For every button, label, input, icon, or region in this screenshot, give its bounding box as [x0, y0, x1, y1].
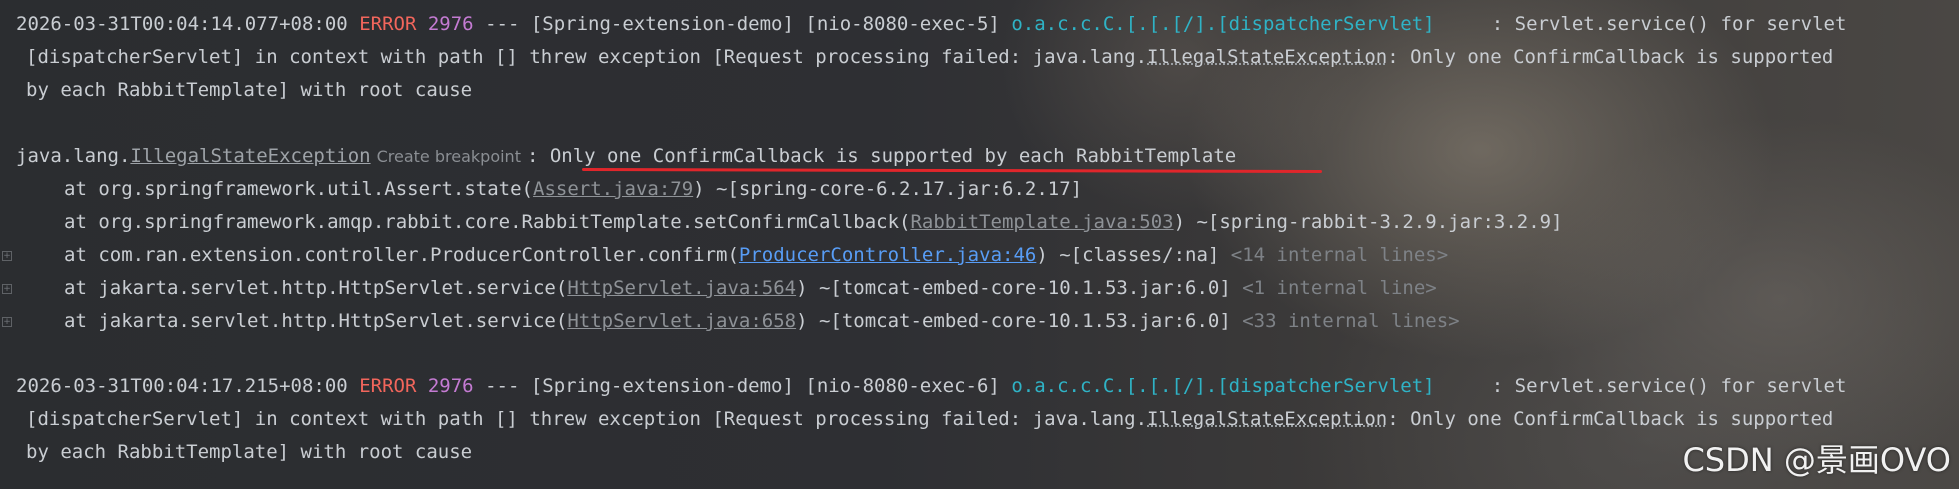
stack-frame: at jakarta.servlet.http.HttpServlet.serv… — [64, 272, 1437, 305]
internal-lines-fold[interactable]: <14 internal lines> — [1231, 244, 1448, 266]
stack-frame: at com.ran.extension.controller.Producer… — [64, 239, 1448, 272]
frame-source-link[interactable]: ProducerController.java:46 — [739, 244, 1036, 266]
log-message: : Servlet.service() for servlet — [1491, 375, 1847, 397]
log-pid: 2976 — [427, 13, 474, 35]
frame-method: at jakarta.servlet.http.HttpServlet.serv… — [64, 277, 568, 299]
frame-jar: ) ~[spring-rabbit-3.2.9.jar:3.2.9] — [1173, 211, 1563, 233]
log-app: [Spring-extension-demo] — [530, 13, 794, 35]
exception-package: java.lang. — [16, 145, 131, 167]
log-entry-2-line2: [dispatcherServlet] in context with path… — [26, 403, 1833, 436]
csdn-watermark: CSDN @景画OVO — [1682, 441, 1951, 479]
log-text: : Only one ConfirmCallback is supported — [1387, 408, 1834, 430]
stack-frame: at org.springframework.amqp.rabbit.core.… — [64, 206, 1563, 239]
frame-jar: ) ~[tomcat-embed-core-10.1.53.jar:6.0] — [796, 310, 1243, 332]
log-logger[interactable]: o.a.c.c.C.[.[.[/].[dispatcherServlet] — [1011, 13, 1434, 35]
exception-class-link[interactable]: IllegalStateException — [1147, 408, 1387, 430]
log-entry-2-line3: by each RabbitTemplate] with root cause — [26, 441, 473, 463]
log-message: : Servlet.service() for servlet — [1491, 13, 1847, 35]
exception-colon: : — [526, 145, 550, 167]
exception-class-link[interactable]: IllegalStateException — [1147, 46, 1387, 68]
log-entry-1-line2: [dispatcherServlet] in context with path… — [26, 41, 1833, 74]
log-timestamp: 2026-03-31T00:04:14.077+08:00 — [16, 13, 348, 35]
frame-jar: ) ~[spring-core-6.2.17.jar:6.2.17] — [693, 178, 1083, 200]
stack-frame: at org.springframework.util.Assert.state… — [64, 173, 1082, 206]
frame-source-link[interactable]: Assert.java:79 — [533, 178, 693, 200]
create-breakpoint-hint[interactable]: Create breakpoint — [371, 147, 527, 166]
log-text: [dispatcherServlet] in context with path… — [26, 408, 1148, 430]
log-logger[interactable]: o.a.c.c.C.[.[.[/].[dispatcherServlet] — [1011, 375, 1434, 397]
frame-method: at com.ran.extension.controller.Producer… — [64, 244, 739, 266]
frame-source-link[interactable]: RabbitTemplate.java:503 — [910, 211, 1173, 233]
log-separator: --- — [485, 375, 520, 397]
log-timestamp: 2026-03-31T00:04:17.215+08:00 — [16, 375, 348, 397]
expand-icon[interactable]: + — [2, 251, 12, 261]
log-entry-1-header: 2026-03-31T00:04:14.077+08:00 ERROR 2976… — [16, 8, 1846, 41]
expand-icon[interactable]: + — [2, 284, 12, 294]
log-entry-1-line3: by each RabbitTemplate] with root cause — [26, 79, 473, 101]
frame-jar: ) ~[classes/:na] — [1036, 244, 1231, 266]
log-thread: [nio-8080-exec-5] — [805, 13, 1000, 35]
frame-method: at jakarta.servlet.http.HttpServlet.serv… — [64, 310, 568, 332]
log-text: : Only one ConfirmCallback is supported — [1387, 46, 1834, 68]
frame-jar: ) ~[tomcat-embed-core-10.1.53.jar:6.0] — [796, 277, 1243, 299]
internal-lines-fold[interactable]: <1 internal line> — [1242, 277, 1436, 299]
exception-class-link[interactable]: IllegalStateException — [130, 145, 370, 167]
internal-lines-fold[interactable]: <33 internal lines> — [1242, 310, 1459, 332]
frame-source-link[interactable]: HttpServlet.java:658 — [567, 310, 796, 332]
log-pid: 2976 — [427, 375, 474, 397]
log-app: [Spring-extension-demo] — [530, 375, 794, 397]
log-level: ERROR — [359, 375, 417, 397]
console-output: 2026-03-31T00:04:14.077+08:00 ERROR 2976… — [0, 0, 1959, 489]
expand-icon[interactable]: + — [2, 317, 12, 327]
stack-frame: at jakarta.servlet.http.HttpServlet.serv… — [64, 305, 1460, 338]
frame-method: at org.springframework.amqp.rabbit.core.… — [64, 211, 911, 233]
log-entry-2-header: 2026-03-31T00:04:17.215+08:00 ERROR 2976… — [16, 370, 1846, 403]
frame-method: at org.springframework.util.Assert.state… — [64, 178, 533, 200]
log-separator: --- — [485, 13, 520, 35]
frame-source-link[interactable]: HttpServlet.java:564 — [567, 277, 796, 299]
exception-message: Only one ConfirmCallback is supported by… — [549, 145, 1237, 167]
log-text: [dispatcherServlet] in context with path… — [26, 46, 1148, 68]
log-thread: [nio-8080-exec-6] — [805, 375, 1000, 397]
log-level: ERROR — [359, 13, 417, 35]
